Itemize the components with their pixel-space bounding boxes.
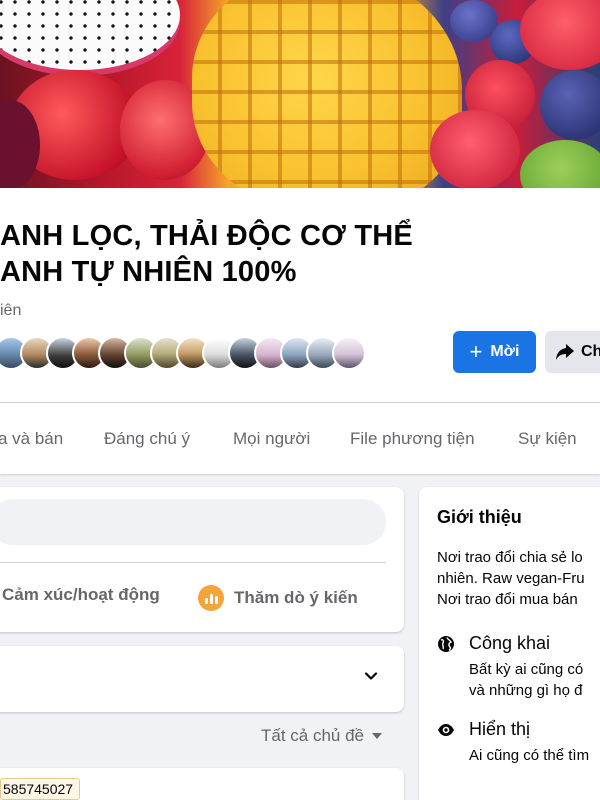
eye-icon [438, 724, 454, 736]
feeling-activity-label: Cảm xúc/hoạt động [2, 585, 160, 604]
raspberry-shape [520, 0, 600, 70]
dragon-fruit-shape [0, 0, 180, 70]
tab-events[interactable]: Sự kiện [518, 429, 577, 449]
kiwi-shape [520, 140, 600, 188]
poll-label: Thăm dò ý kiến [234, 588, 358, 607]
about-item-title: Công khai [469, 633, 551, 653]
avatar[interactable] [332, 336, 366, 370]
caret-down-icon [372, 733, 383, 739]
tab-media[interactable]: File phương tiện [350, 429, 475, 449]
about-title: Giới thiệu [437, 507, 522, 527]
about-item-title: Hiển thị [469, 719, 531, 739]
about-desc-line: nhiên. Raw vegan-Fru [437, 570, 585, 587]
share-button-label: Ch [581, 343, 600, 360]
divider [0, 562, 386, 563]
phone-number-tag: 585745027 [0, 778, 81, 800]
composer-input[interactable] [0, 499, 386, 545]
about-card: Giới thiệu Nơi trao đổi chia sẻ lo nhiên… [419, 487, 600, 800]
topics-filter[interactable]: Tất cả chủ đề [261, 726, 383, 746]
chevron-down-icon[interactable] [364, 669, 378, 683]
feeling-activity-button[interactable]: Cảm xúc/hoạt động [2, 585, 160, 605]
group-title-line2: ANH TỰ NHIÊN 100% [0, 256, 297, 288]
about-item-desc: Bất kỳ ai cũng có và những gì họ đ [469, 659, 583, 701]
group-header: ANH LỌC, THẢI ĐỘC CƠ THỂ ANH TỰ NHIÊN 10… [0, 188, 600, 402]
group-title: ANH LỌC, THẢI ĐỘC CƠ THỂ ANH TỰ NHIÊN 10… [0, 218, 560, 290]
tab-buy-sell[interactable]: a và bán [0, 429, 63, 449]
about-item-desc-line: và những gì họ đ [469, 682, 583, 699]
group-privacy-label[interactable]: iên [0, 302, 21, 320]
mango-shape [192, 0, 462, 188]
member-avatars[interactable] [0, 336, 380, 372]
blueberry-shape [540, 70, 600, 140]
about-description: Nơi trao đổi chia sẻ lo nhiên. Raw vegan… [437, 547, 585, 610]
about-item-desc: Ai cũng có thể tìm [469, 745, 589, 766]
topics-filter-label: Tất cả chủ đề [261, 726, 365, 745]
poll-button[interactable]: Thăm dò ý kiến [198, 585, 358, 611]
group-tabs: a và bán Đáng chú ý Mọi người File phươn… [0, 402, 600, 474]
group-title-line1: ANH LỌC, THẢI ĐỘC CƠ THỂ [0, 220, 413, 252]
invite-button-label: Mời [490, 343, 520, 360]
collapsed-section-card[interactable] [0, 646, 404, 712]
about-item-desc-line: Ai cũng có thể tìm [469, 747, 590, 764]
about-desc-line: Nơi trao đổi mua bán [437, 591, 578, 608]
tab-people[interactable]: Mọi người [233, 429, 310, 449]
globe-icon [438, 636, 454, 652]
poll-icon [198, 585, 224, 611]
cover-photo[interactable] [0, 0, 600, 188]
raspberry-shape [430, 110, 520, 188]
about-desc-line: Nơi trao đổi chia sẻ lo [437, 549, 583, 566]
invite-button[interactable]: + Mời [453, 331, 536, 373]
tab-featured[interactable]: Đáng chú ý [104, 429, 190, 449]
share-arrow-icon [556, 344, 574, 360]
plus-icon: + [469, 339, 483, 364]
post-composer: Cảm xúc/hoạt động Thăm dò ý kiến [0, 487, 404, 632]
share-button[interactable]: Ch [545, 331, 600, 373]
about-item-desc-line: Bất kỳ ai cũng có [469, 661, 584, 678]
